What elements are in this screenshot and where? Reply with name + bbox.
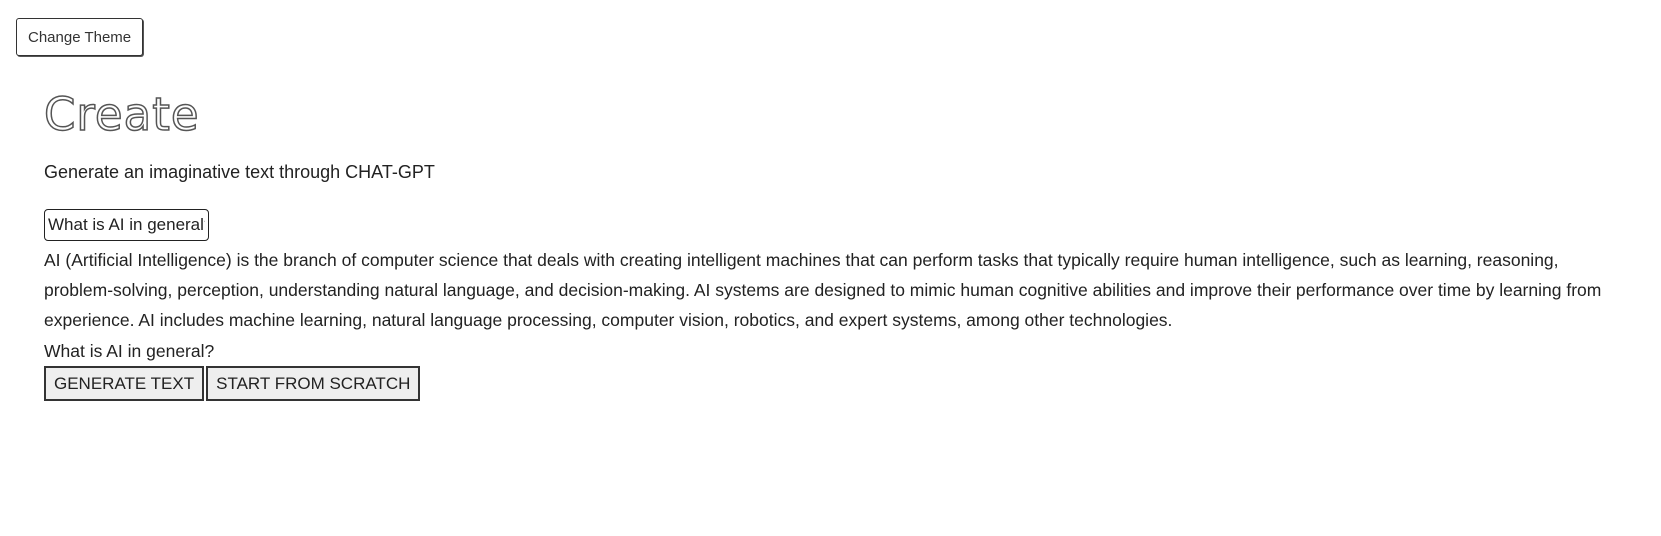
generated-response-text: AI (Artificial Intelligence) is the bran… bbox=[44, 250, 1602, 330]
start-from-scratch-button[interactable]: START FROM SCRATCH bbox=[206, 366, 421, 401]
generate-text-button[interactable]: GENERATE TEXT bbox=[44, 366, 205, 401]
change-theme-button[interactable]: Change Theme bbox=[16, 18, 144, 56]
page-title: Create bbox=[43, 87, 200, 142]
action-button-row: GENERATE TEXT START FROM SCRATCH bbox=[44, 366, 421, 401]
prompt-input[interactable] bbox=[44, 209, 209, 241]
page-subtitle: Generate an imaginative text through CHA… bbox=[44, 162, 435, 182]
prompt-echo-text: What is AI in general? bbox=[44, 341, 215, 361]
